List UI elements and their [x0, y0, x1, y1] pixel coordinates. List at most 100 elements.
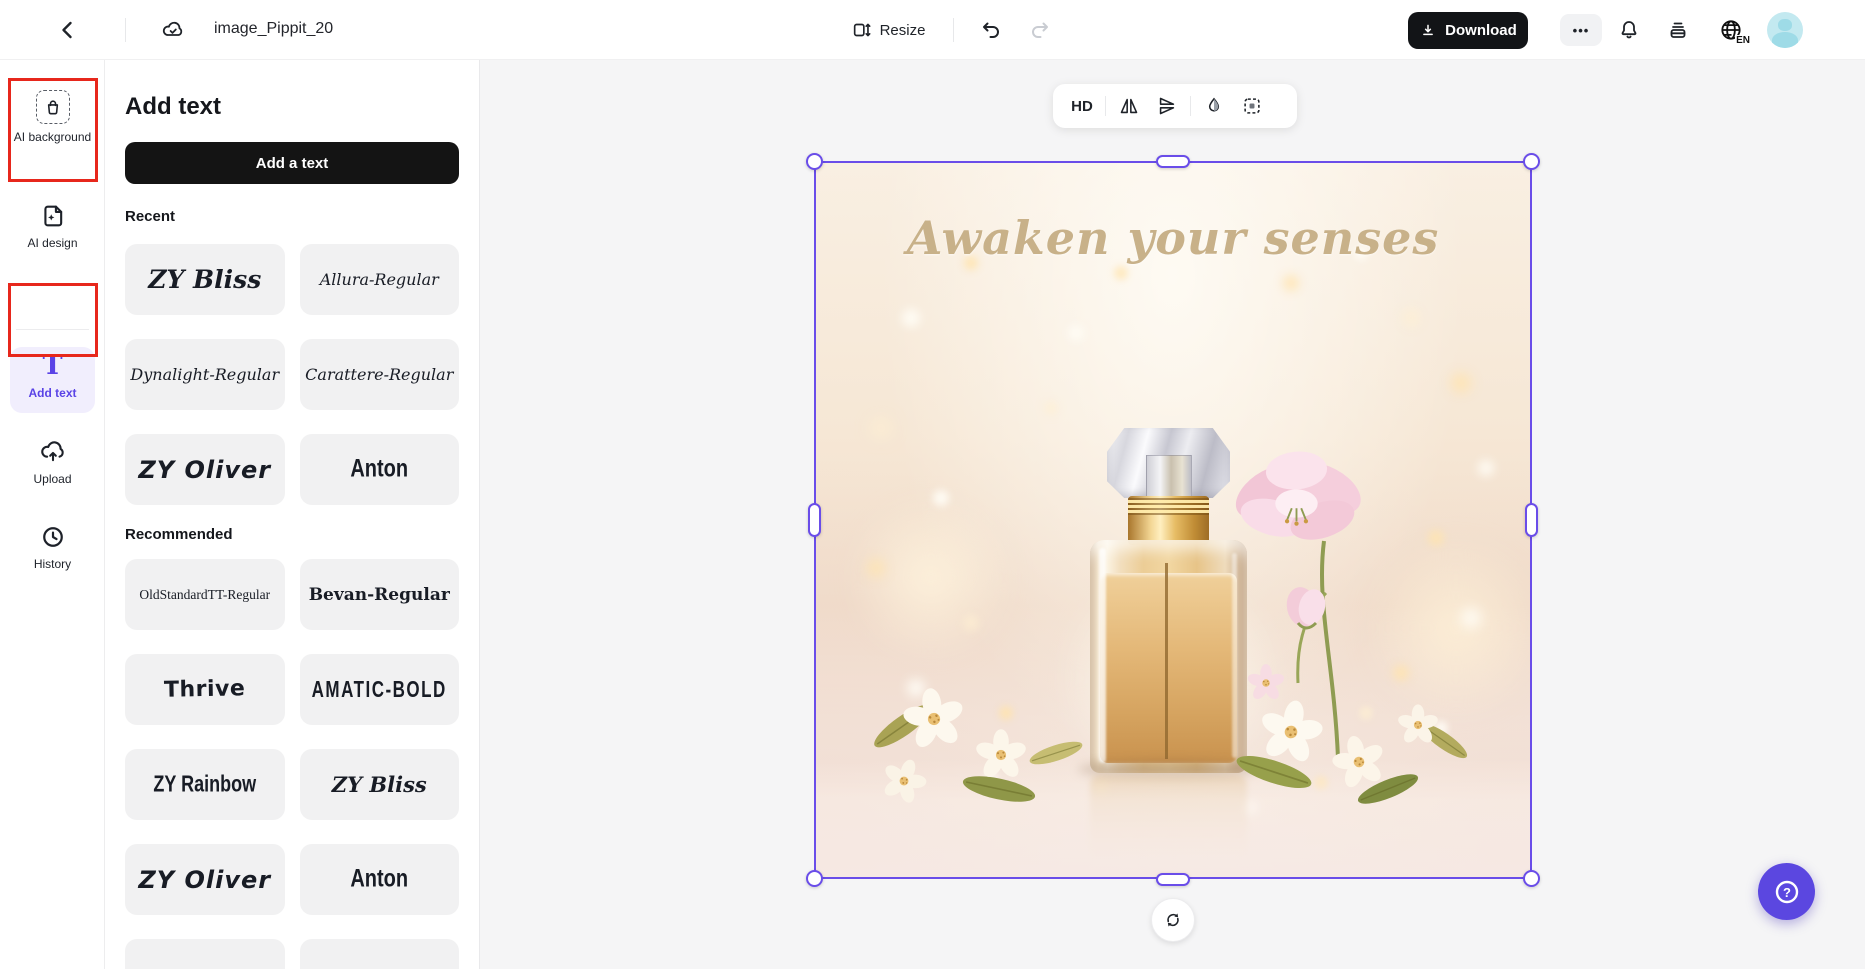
help-icon: ?: [1775, 880, 1798, 903]
back-icon: [62, 21, 72, 39]
glass-highlight: [1232, 553, 1237, 758]
bottle-cap-core: [1146, 455, 1192, 497]
font-card[interactable]: ZY Bliss: [125, 244, 285, 315]
font-card-label: Bevan-Regular: [308, 584, 450, 605]
resize-icon: [853, 23, 871, 37]
sidebar-item-add-text[interactable]: T Add text: [0, 352, 105, 401]
hd-quality-button[interactable]: HD: [1063, 89, 1101, 123]
more-icon: •••: [1572, 22, 1590, 38]
sidebar-item-history[interactable]: History: [0, 523, 105, 572]
selection-handle-top-center[interactable]: [1156, 155, 1190, 168]
sidebar-item-upload[interactable]: Upload: [0, 438, 105, 487]
font-card-label: OldStandardTT-Regular: [139, 586, 271, 602]
selection-handle-top-left[interactable]: [806, 153, 823, 170]
recommended-font-grid: OldStandardTT-Regular Bevan-Regular Thri…: [125, 559, 459, 969]
bottle-spray-tube: [1165, 563, 1168, 759]
workspace-button[interactable]: [1662, 12, 1694, 48]
resize-button[interactable]: Resize: [840, 12, 936, 48]
divider: [1105, 96, 1106, 116]
flip-horizontal-icon: [1120, 98, 1138, 114]
white-blossom: [893, 678, 974, 759]
rail-divider: [16, 329, 89, 330]
font-card[interactable]: ZY Bliss: [299, 749, 459, 820]
soft-glow: [846, 493, 1016, 663]
left-rail: AI background AI design T Add text Uploa…: [0, 60, 105, 969]
avatar-head: [1778, 19, 1792, 31]
divider: [953, 18, 954, 42]
annotation-box-add-text: [8, 283, 98, 357]
white-blossom: [1248, 689, 1334, 775]
cloud-sync-button[interactable]: [155, 12, 191, 48]
flip-vertical-icon: [1159, 97, 1175, 115]
select-subject-button[interactable]: [1233, 89, 1271, 123]
bottle-liquid: [1100, 573, 1237, 763]
font-card[interactable]: Allura-Regular: [299, 244, 459, 315]
section-label-recent: Recent: [125, 208, 176, 225]
divider: [125, 18, 126, 42]
back-button[interactable]: [48, 12, 88, 48]
rotate-button[interactable]: [1151, 898, 1195, 942]
select-area-icon: [1244, 98, 1260, 114]
font-card-label: ZY Bliss: [148, 265, 262, 294]
font-card[interactable]: Anton: [299, 434, 459, 505]
notifications-button[interactable]: [1613, 12, 1645, 48]
upload-icon: [40, 441, 64, 462]
sidebar-item-label: History: [33, 557, 72, 571]
avatar-body: [1772, 32, 1798, 48]
selection-handle-bottom-left[interactable]: [806, 870, 823, 887]
selection-handle-middle-right[interactable]: [1525, 503, 1538, 537]
selection-handle-middle-left[interactable]: [808, 503, 821, 537]
font-card[interactable]: ZY Oliver: [125, 434, 285, 505]
sidebar-item-ai-design[interactable]: AI design: [0, 202, 105, 251]
font-card[interactable]: Anton: [299, 844, 459, 915]
add-text-icon: T: [42, 350, 63, 381]
document-title[interactable]: image_Pippit_20: [214, 20, 346, 42]
canvas-image[interactable]: Awaken your senses: [816, 163, 1530, 877]
ai-background-icon: [35, 90, 70, 124]
download-icon: [1423, 24, 1434, 35]
font-card-label: ZY Rainbow: [153, 770, 257, 797]
recent-font-grid: ZY Bliss Allura-Regular Dynalight-Regula…: [125, 244, 459, 505]
glass-highlight: [1099, 548, 1106, 763]
redo-button[interactable]: [1022, 12, 1056, 48]
font-card[interactable]: ZY Oliver: [125, 844, 285, 915]
flip-horizontal-button[interactable]: [1110, 89, 1148, 123]
font-card[interactable]: AMATIC-BOLD: [299, 654, 459, 725]
font-card[interactable]: Thrive: [125, 654, 285, 725]
section-label-recommended: Recommended: [125, 526, 233, 543]
selection-handle-top-right[interactable]: [1523, 153, 1540, 170]
more-button[interactable]: •••: [1560, 14, 1602, 46]
adjust-contrast-button[interactable]: [1195, 89, 1233, 123]
font-card[interactable]: ZY Rainbow: [125, 749, 285, 820]
canvas-area[interactable]: HD Awaken your senses: [480, 60, 1865, 969]
font-card-label: Anton: [350, 865, 409, 893]
avatar[interactable]: [1767, 12, 1803, 48]
download-button[interactable]: Download: [1408, 12, 1528, 49]
selection-handle-bottom-right[interactable]: [1523, 870, 1540, 887]
selection-toolbar: HD: [1053, 84, 1297, 128]
help-button[interactable]: ?: [1758, 863, 1815, 920]
language-label: EN: [1735, 35, 1751, 46]
font-card[interactable]: Bevan-Regular: [299, 559, 459, 630]
flip-vertical-button[interactable]: [1148, 89, 1186, 123]
font-card[interactable]: [299, 939, 459, 969]
divider: [1190, 96, 1191, 116]
add-a-text-button[interactable]: Add a text: [125, 142, 459, 184]
selection-handle-bottom-center[interactable]: [1156, 873, 1190, 886]
bottle-collar: [1128, 496, 1209, 545]
white-blossom: [1394, 701, 1442, 749]
bell-icon: [1621, 21, 1637, 39]
hd-label: HD: [1071, 97, 1093, 115]
font-card[interactable]: Dynalight-Regular: [125, 339, 285, 410]
sidebar-item-label: Upload: [33, 472, 72, 486]
undo-icon: [983, 22, 999, 38]
artwork-headline: Awaken your senses: [906, 211, 1440, 265]
language-button[interactable]: EN: [1711, 12, 1751, 48]
sidebar-item-ai-background[interactable]: AI background: [0, 90, 105, 145]
download-label: Download: [1445, 22, 1517, 39]
ai-design-icon: [43, 205, 62, 227]
font-card[interactable]: OldStandardTT-Regular: [125, 559, 285, 630]
font-card[interactable]: Carattere-Regular: [299, 339, 459, 410]
undo-button[interactable]: [975, 12, 1009, 48]
font-card[interactable]: [125, 939, 285, 969]
